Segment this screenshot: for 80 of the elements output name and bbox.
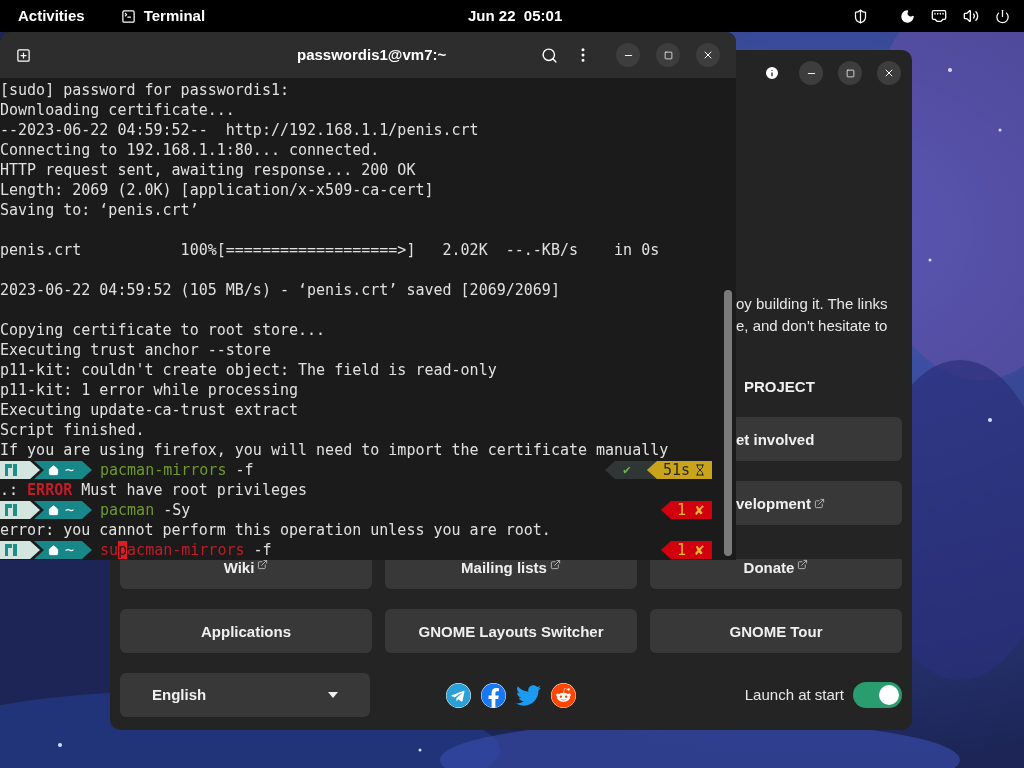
status-segment: ✔	[604, 461, 657, 479]
terminal-line: p11-kit: 1 error while processing	[0, 380, 298, 400]
external-link-icon	[257, 559, 269, 570]
home-icon	[48, 544, 59, 556]
command-text: supacman-mirrors -f	[100, 540, 272, 560]
home-icon	[48, 504, 59, 516]
duration-text: 51s	[662, 461, 690, 479]
language-dropdown[interactable]: English	[120, 673, 370, 717]
terminal-line: 2023-06-22 04:59:52 (105 MB/s) - ‘penis.crt’ saved [2069/2069]	[0, 280, 560, 300]
activities-button[interactable]: Activities	[18, 4, 85, 28]
scrollbar[interactable]	[724, 290, 732, 556]
twitter-icon[interactable]	[516, 682, 541, 708]
external-link-icon	[814, 497, 825, 509]
close-icon	[702, 49, 714, 61]
maximize-button[interactable]	[656, 43, 680, 67]
launch-toggle[interactable]	[853, 682, 902, 708]
moon-icon[interactable]	[900, 8, 915, 24]
facebook-icon[interactable]	[481, 682, 506, 708]
link-button[interactable]: Donate	[650, 559, 902, 589]
terminal-line: Executing trust anchor --store	[0, 340, 271, 360]
home-icon	[48, 464, 59, 476]
terminal-line: Saving to: ‘penis.crt’	[0, 200, 199, 220]
close-icon	[883, 67, 895, 79]
maximize-icon	[663, 50, 673, 60]
command-text: pacman -Sy	[100, 500, 191, 520]
status-segment: 1 ✘	[660, 541, 712, 559]
terminal-line: .: ERROR Must have root privileges	[0, 480, 308, 500]
maximize-icon	[845, 68, 855, 78]
launch-at-start-label: Launch at start	[744, 684, 844, 705]
bars-logo-icon	[5, 504, 17, 516]
info-icon[interactable]	[764, 65, 780, 81]
bars-logo-icon	[5, 464, 17, 476]
link-button[interactable]: Applications	[120, 609, 372, 653]
directory-text: ~	[65, 541, 75, 559]
terminal-line: If you are using firefox, you will need to import the certificate manually	[0, 440, 669, 460]
terminal-line: Copying certificate to root store...	[0, 320, 326, 340]
terminal-line: HTTP request sent, awaiting response... 200 OK	[0, 160, 416, 180]
terminal-icon	[120, 8, 136, 24]
terminal-line: Downloading certificate...	[0, 100, 235, 120]
search-icon[interactable]	[541, 46, 558, 64]
new-tab-icon[interactable]	[16, 47, 31, 63]
terminal-line: Executing update-ca-trust extract	[0, 400, 298, 420]
dropdown-caret-icon	[328, 692, 338, 698]
section-heading: PROJECT	[743, 377, 816, 397]
shield-icon[interactable]	[853, 8, 868, 24]
link-button[interactable]: Wiki	[120, 559, 372, 589]
power-icon[interactable]	[995, 8, 1010, 24]
app-menu[interactable]: Terminal	[120, 4, 206, 28]
maximize-button[interactable]	[838, 61, 862, 85]
ethernet-icon[interactable]	[931, 8, 947, 24]
clock[interactable]: Jun 22 05:01	[468, 4, 563, 28]
link-button[interactable]: Mailing lists	[385, 559, 637, 589]
window-title: passwordis1@vm7:~	[297, 44, 447, 65]
reddit-icon[interactable]	[551, 682, 576, 708]
directory-text: ~	[65, 501, 75, 519]
directory-text: ~	[65, 461, 75, 479]
terminal-line: Script finished.	[0, 420, 145, 440]
close-button[interactable]	[877, 61, 901, 85]
bars-logo-icon	[5, 544, 17, 556]
terminal-line: [sudo] password for passwordis1:	[0, 80, 289, 100]
terminal-line: Length: 2069 (2.0K) [application/x-x509-ca-cert]	[0, 180, 434, 200]
volume-icon[interactable]	[963, 8, 979, 24]
project-button[interactable]: et involved	[736, 417, 902, 461]
terminal-line: p11-kit: couldn't create object: The field is read-only	[0, 360, 497, 380]
intro-text: e, and don't hesitate to	[736, 316, 889, 336]
terminal-line: penis.crt 100%[===================>] 2.02K --.-KB/s in 0s	[0, 240, 660, 260]
external-link-icon	[797, 559, 809, 570]
status-segment: 1 ✘	[660, 501, 712, 519]
link-button[interactable]: GNOME Layouts Switcher	[385, 609, 637, 653]
intro-text: oy building it. The links	[736, 294, 889, 314]
terminal-line: Connecting to 192.168.1.1:80... connected.	[0, 140, 380, 160]
external-link-icon	[549, 559, 561, 570]
terminal-line: error: you cannot perform this operation unless you are root.	[0, 520, 551, 540]
link-button[interactable]: GNOME Tour	[650, 609, 902, 653]
close-button[interactable]	[696, 43, 720, 67]
command-text: pacman-mirrors -f	[100, 460, 254, 480]
hourglass-icon	[694, 464, 706, 476]
terminal-line: --2023-06-22 04:59:52-- http://192.168.1.1/penis.crt	[0, 120, 479, 140]
project-button[interactable]: velopment	[736, 481, 902, 525]
telegram-icon[interactable]	[446, 682, 471, 708]
